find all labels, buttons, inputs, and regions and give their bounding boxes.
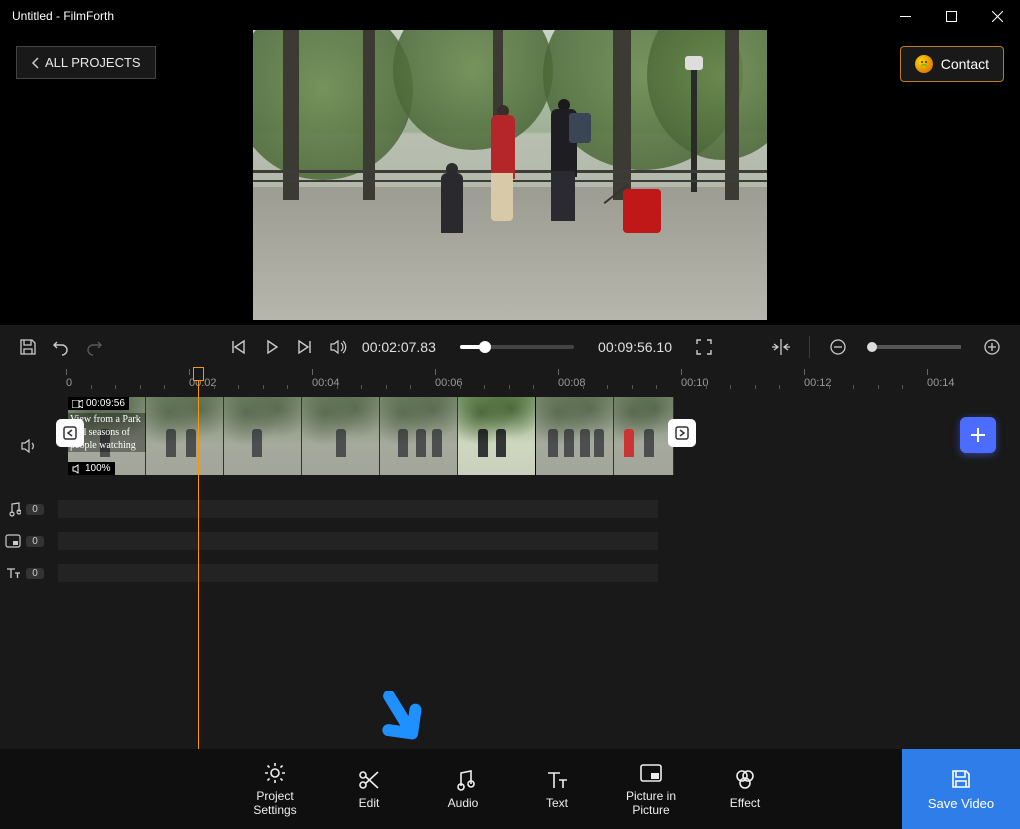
tool-label: Audio xyxy=(448,796,479,810)
undo-icon[interactable] xyxy=(51,336,70,358)
total-time: 00:09:56.10 xyxy=(598,339,672,355)
ruler-mark: 00:08 xyxy=(558,369,586,389)
music-icon xyxy=(0,501,26,517)
text-track-icon xyxy=(0,565,26,581)
tool-audio[interactable]: Audio xyxy=(435,768,491,810)
scissors-icon xyxy=(357,768,381,792)
window-title: Untitled - FilmForth xyxy=(12,9,114,23)
pip-icon xyxy=(0,533,26,549)
audio-track[interactable]: 0 xyxy=(0,497,1020,521)
tool-label: Project Settings xyxy=(253,789,296,818)
current-time: 00:02:07.83 xyxy=(362,339,436,355)
zoom-slider[interactable] xyxy=(869,345,960,349)
zoom-out-icon[interactable] xyxy=(828,336,847,358)
chevron-left-icon xyxy=(31,57,39,69)
ruler-mark: 00:10 xyxy=(681,369,709,389)
tool-effect[interactable]: Effect xyxy=(717,768,773,810)
tool-label: Text xyxy=(546,796,568,810)
tool-label: Effect xyxy=(730,796,760,810)
contact-icon xyxy=(915,55,933,73)
clip-out-handle[interactable] xyxy=(668,419,696,447)
all-projects-button[interactable]: ALL PROJECTS xyxy=(16,46,156,79)
video-clip[interactable] xyxy=(68,397,674,475)
skip-back-icon[interactable] xyxy=(229,336,248,358)
transport-bar: 00:02:07.83 00:09:56.10 xyxy=(0,325,1020,369)
ruler-mark: 00:12 xyxy=(804,369,832,389)
ruler-mark: 00:04 xyxy=(312,369,340,389)
add-media-button[interactable] xyxy=(960,417,996,453)
plus-icon xyxy=(969,426,987,444)
save-video-button[interactable]: Save Video xyxy=(902,749,1020,829)
fullscreen-icon[interactable] xyxy=(694,336,713,358)
skip-forward-icon[interactable] xyxy=(295,336,314,358)
all-projects-label: ALL PROJECTS xyxy=(45,55,141,70)
volume-small-icon xyxy=(72,464,82,474)
tool-pip[interactable]: Picture in Picture xyxy=(623,761,679,818)
save-icon[interactable] xyxy=(18,336,37,358)
text-track[interactable]: 0 xyxy=(0,561,1020,585)
close-button[interactable] xyxy=(974,0,1020,32)
contact-label: Contact xyxy=(941,56,989,72)
text-icon xyxy=(545,768,569,792)
fit-timeline-icon[interactable] xyxy=(771,336,791,358)
ruler-mark: 00:14 xyxy=(927,369,955,389)
clip-duration-badge: 00:09:56 xyxy=(68,397,129,410)
ruler-mark: 00:06 xyxy=(435,369,463,389)
playhead[interactable] xyxy=(198,369,199,749)
volume-icon[interactable] xyxy=(329,336,348,358)
window-controls xyxy=(882,0,1020,32)
tool-project-settings[interactable]: Project Settings xyxy=(247,761,303,818)
bottom-toolbar: Project Settings Edit Audio Text Picture… xyxy=(0,749,1020,829)
pip-track-count: 0 xyxy=(26,536,44,547)
save-video-icon xyxy=(950,768,972,790)
play-icon[interactable] xyxy=(262,336,281,358)
clip-in-handle[interactable] xyxy=(56,419,84,447)
annotation-arrow xyxy=(365,691,425,751)
text-track-count: 0 xyxy=(26,568,44,579)
timeline: 000:0200:0400:0600:0800:1000:1200:14 00:… xyxy=(0,369,1020,759)
tool-edit[interactable]: Edit xyxy=(341,768,397,810)
minimize-button[interactable] xyxy=(882,0,928,32)
maximize-button[interactable] xyxy=(928,0,974,32)
save-video-label: Save Video xyxy=(928,796,994,811)
gear-icon xyxy=(263,761,287,785)
tool-text[interactable]: Text xyxy=(529,768,585,810)
contact-button[interactable]: Contact xyxy=(900,46,1004,82)
effect-icon xyxy=(733,768,757,792)
audio-icon xyxy=(451,768,475,792)
titlebar: Untitled - FilmForth xyxy=(0,0,1020,32)
camera-icon xyxy=(72,400,83,408)
clip-volume-badge: 100% xyxy=(68,462,115,475)
redo-icon[interactable] xyxy=(85,336,104,358)
pip-tool-icon xyxy=(639,761,663,785)
progress-slider[interactable] xyxy=(460,345,574,349)
tool-label: Edit xyxy=(359,796,380,810)
video-track: 00:09:56 View from a Park Bed seasons of… xyxy=(0,397,1020,475)
ruler-mark: 0 xyxy=(66,369,72,389)
zoom-in-icon[interactable] xyxy=(983,336,1002,358)
tool-label: Picture in Picture xyxy=(626,789,676,818)
audio-track-count: 0 xyxy=(26,504,44,515)
pip-track[interactable]: 0 xyxy=(0,529,1020,553)
track-volume-icon[interactable] xyxy=(20,437,38,460)
